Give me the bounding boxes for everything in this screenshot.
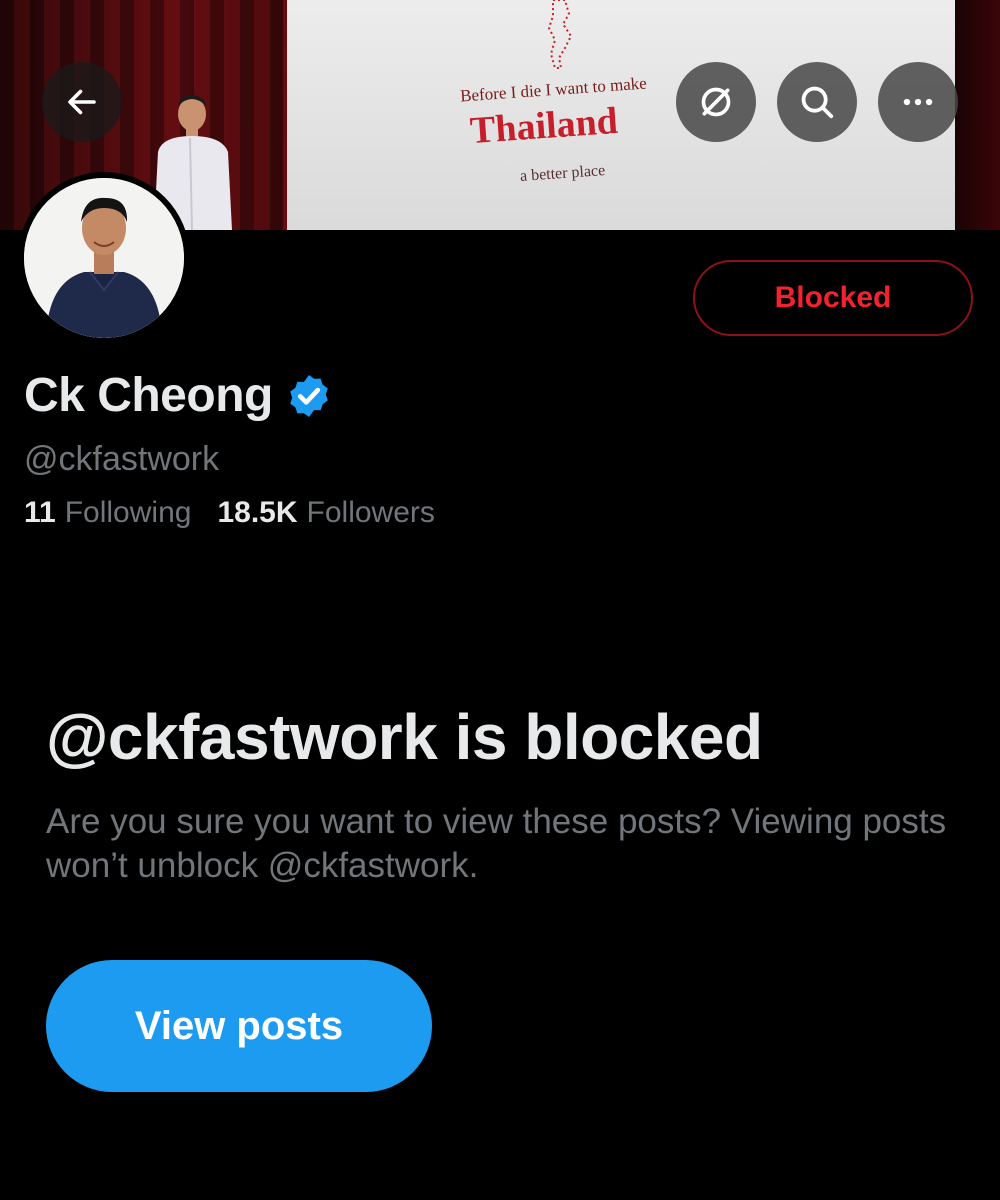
arrow-left-icon [68, 89, 96, 115]
following-label: Following [64, 496, 192, 529]
more-button[interactable] [878, 62, 958, 142]
profile-name-row: Ck Cheong [24, 368, 333, 423]
stage-curtain-right [955, 0, 1000, 230]
avatar-photo [24, 178, 184, 338]
more-horizontal-icon [903, 98, 933, 106]
search-button[interactable] [777, 62, 857, 142]
person-photo-icon [24, 178, 184, 338]
followers-stat[interactable]: 18.5K Followers [217, 496, 434, 530]
presentation-screen [283, 0, 957, 230]
blocked-notice-title: @ckfastwork is blocked [46, 701, 763, 773]
verified-badge-icon[interactable] [285, 372, 333, 420]
followers-label: Followers [306, 496, 435, 529]
grok-button[interactable] [676, 62, 756, 142]
followers-count: 18.5K [217, 496, 298, 529]
blocked-button[interactable]: Blocked [693, 260, 973, 336]
thailand-map-graphic [547, 0, 573, 69]
back-button[interactable] [42, 62, 122, 142]
search-icon [801, 86, 834, 119]
view-posts-button[interactable]: View posts [46, 960, 432, 1092]
profile-name: Ck Cheong [24, 369, 273, 422]
avatar[interactable] [18, 172, 190, 344]
following-stat[interactable]: 11 Following [24, 496, 191, 530]
profile-handle: @ckfastwork [24, 440, 220, 478]
follow-stats: 11 Following 18.5K Followers [24, 496, 435, 530]
blocked-notice-description: Are you sure you want to view these post… [46, 802, 947, 885]
following-count: 11 [24, 496, 56, 529]
slash-circle-icon [701, 87, 731, 117]
